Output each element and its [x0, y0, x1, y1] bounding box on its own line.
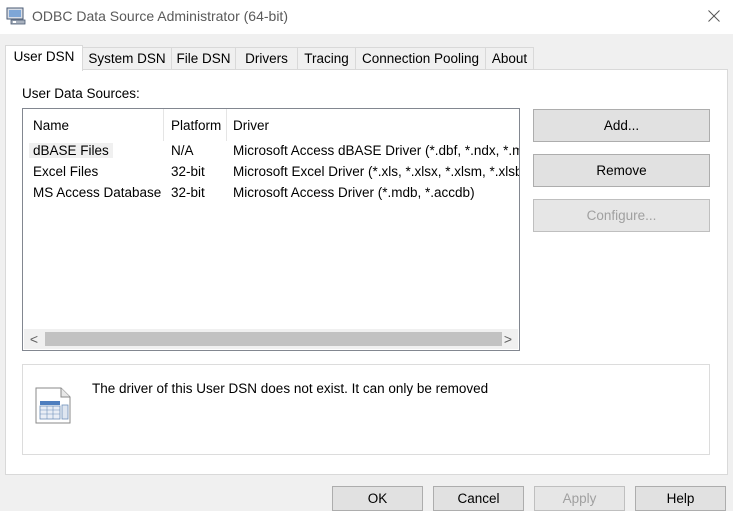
- scroll-left-button[interactable]: <: [24, 329, 44, 349]
- column-divider[interactable]: [226, 109, 227, 141]
- odbc-admin-icon: [6, 7, 26, 25]
- tab-file-dsn[interactable]: File DSN: [171, 47, 236, 70]
- row-name: MS Access Database: [33, 185, 162, 200]
- row-name: Excel Files: [33, 164, 99, 179]
- chevron-right-icon: >: [503, 331, 513, 347]
- horizontal-scrollbar[interactable]: < >: [24, 329, 518, 349]
- row-platform: N/A: [171, 143, 194, 158]
- row-name: dBASE Files: [29, 143, 113, 158]
- cancel-button[interactable]: Cancel: [433, 486, 524, 511]
- info-panel: [22, 364, 710, 455]
- configure-button[interactable]: Configure...: [533, 199, 710, 232]
- scrollbar-thumb[interactable]: [45, 332, 502, 346]
- close-button[interactable]: [694, 0, 733, 32]
- list-item[interactable]: MS Access Database 32-bit Microsoft Acce…: [23, 184, 519, 204]
- help-button[interactable]: Help: [635, 486, 726, 511]
- scroll-right-button[interactable]: >: [498, 329, 518, 349]
- tab-system-dsn[interactable]: System DSN: [82, 47, 172, 70]
- row-driver: Microsoft Access dBASE Driver (*.dbf, *.…: [233, 143, 519, 158]
- column-header-platform[interactable]: Platform: [171, 118, 221, 133]
- tab-about[interactable]: About: [485, 47, 534, 70]
- data-source-icon: [35, 387, 71, 424]
- window-title: ODBC Data Source Administrator (64-bit): [32, 8, 288, 24]
- list-item[interactable]: Excel Files 32-bit Microsoft Excel Drive…: [23, 163, 519, 183]
- tab-user-dsn[interactable]: User DSN: [5, 45, 83, 71]
- remove-button[interactable]: Remove: [533, 154, 710, 187]
- tab-connection-pooling[interactable]: Connection Pooling: [355, 47, 486, 70]
- column-divider[interactable]: [163, 109, 164, 141]
- data-sources-list[interactable]: Name Platform Driver dBASE Files N/A Mic…: [22, 108, 520, 351]
- row-driver: Microsoft Access Driver (*.mdb, *.accdb): [233, 185, 475, 200]
- ok-button[interactable]: OK: [332, 486, 423, 511]
- column-header-driver[interactable]: Driver: [233, 118, 269, 133]
- list-item[interactable]: dBASE Files N/A Microsoft Access dBASE D…: [23, 142, 519, 162]
- close-icon: [707, 10, 720, 22]
- chevron-left-icon: <: [29, 331, 39, 347]
- apply-button[interactable]: Apply: [534, 486, 625, 511]
- user-data-sources-label: User Data Sources:: [22, 86, 140, 101]
- add-button[interactable]: Add...: [533, 109, 710, 142]
- row-driver: Microsoft Excel Driver (*.xls, *.xlsx, *…: [233, 164, 519, 179]
- tab-drivers[interactable]: Drivers: [235, 47, 298, 70]
- title-bar: ODBC Data Source Administrator (64-bit): [0, 0, 733, 34]
- info-message: The driver of this User DSN does not exi…: [92, 381, 489, 396]
- column-header-name[interactable]: Name: [33, 118, 69, 133]
- row-platform: 32-bit: [171, 164, 205, 179]
- tab-tracing[interactable]: Tracing: [297, 47, 356, 70]
- row-platform: 32-bit: [171, 185, 205, 200]
